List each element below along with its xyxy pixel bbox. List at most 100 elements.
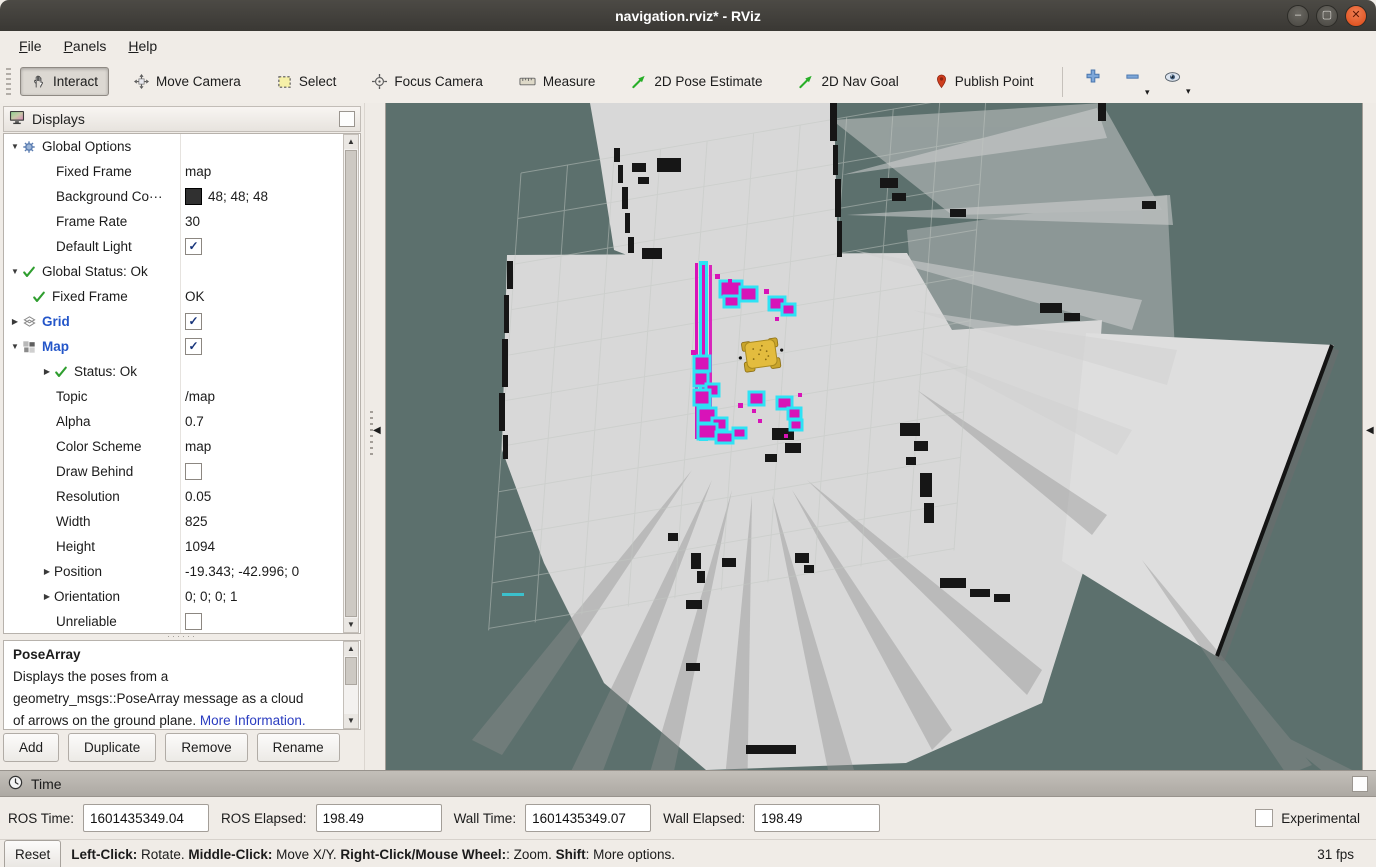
panel-float-button[interactable] xyxy=(339,111,355,127)
ros-elapsed-input[interactable] xyxy=(316,804,442,832)
property-value[interactable]: ✓ xyxy=(185,309,202,334)
tree-row-topic[interactable]: Topic/map xyxy=(4,384,360,409)
property-value[interactable]: 825 xyxy=(185,509,208,534)
property-value[interactable] xyxy=(185,459,202,484)
tree-row-orientation[interactable]: ▶Orientation0; 0; 0; 1 xyxy=(4,584,360,609)
rename-button[interactable]: Rename xyxy=(257,733,340,762)
reset-button[interactable]: Reset xyxy=(4,840,61,867)
menu-help[interactable]: Help xyxy=(117,34,168,58)
tree-row-frame-rate[interactable]: Frame Rate30 xyxy=(4,209,360,234)
tool-publish-point[interactable]: Publish Point xyxy=(924,67,1045,97)
ros-time-input[interactable] xyxy=(83,804,209,832)
tree-row-fixed-frame[interactable]: Fixed FrameOK xyxy=(4,284,360,309)
remove-button[interactable]: Remove xyxy=(165,733,247,762)
expander-closed-icon[interactable]: ▶ xyxy=(40,367,54,376)
property-value[interactable]: ✓ xyxy=(185,334,202,359)
expander-closed-icon[interactable]: ▶ xyxy=(8,317,22,326)
checkbox[interactable] xyxy=(185,463,202,480)
title-bar[interactable]: navigation.rviz* - RViz –▢✕ xyxy=(0,0,1376,31)
checkbox[interactable]: ✓ xyxy=(185,238,202,255)
expander-closed-icon[interactable]: ▶ xyxy=(40,592,54,601)
add-tool-button[interactable] xyxy=(1073,66,1113,97)
tree-row-color-scheme[interactable]: Color Schememap xyxy=(4,434,360,459)
property-value[interactable]: 48; 48; 48 xyxy=(185,184,268,209)
description-scrollbar[interactable]: ▲ ▼ xyxy=(343,641,359,729)
toolbar-drag-handle[interactable] xyxy=(6,68,11,96)
tool-properties-button[interactable]: ▾ xyxy=(1152,68,1193,96)
expander-open-icon[interactable]: ▼ xyxy=(8,267,22,276)
property-label: Alpha xyxy=(56,414,91,429)
property-value[interactable]: map xyxy=(185,159,211,184)
minimize-button[interactable]: – xyxy=(1287,5,1309,27)
property-value[interactable]: /map xyxy=(185,384,215,409)
tree-row-width[interactable]: Width825 xyxy=(4,509,360,534)
tree-row-background-co[interactable]: Background Co··· 48; 48; 48 xyxy=(4,184,360,209)
property-value[interactable]: 0.7 xyxy=(185,409,204,434)
scroll-down-icon[interactable]: ▼ xyxy=(344,714,358,728)
menu-panels[interactable]: Panels xyxy=(53,34,118,58)
tree-row-draw-behind[interactable]: Draw Behind xyxy=(4,459,360,484)
3d-viewport[interactable] xyxy=(386,103,1362,770)
duplicate-button[interactable]: Duplicate xyxy=(68,733,156,762)
property-value[interactable]: 30 xyxy=(185,209,200,234)
wall-time-input[interactable] xyxy=(525,804,651,832)
tree-row-global-options[interactable]: ▼Global Options xyxy=(4,134,360,159)
tool-focus-camera[interactable]: Focus Camera xyxy=(361,67,494,96)
property-value[interactable]: ✓ xyxy=(185,234,202,259)
tree-row-resolution[interactable]: Resolution0.05 xyxy=(4,484,360,509)
menu-file[interactable]: File xyxy=(8,34,53,58)
dropdown-caret-icon[interactable]: ▾ xyxy=(1145,87,1150,98)
scroll-down-icon[interactable]: ▼ xyxy=(344,618,358,632)
tree-row-fixed-frame[interactable]: Fixed Framemap xyxy=(4,159,360,184)
expander-closed-icon[interactable]: ▶ xyxy=(40,567,54,576)
maximize-button[interactable]: ▢ xyxy=(1316,5,1338,27)
left-splitter[interactable]: ◀ xyxy=(364,103,386,770)
time-panel-header[interactable]: Time xyxy=(0,770,1376,797)
tool-2d-nav-goal[interactable]: 2D Nav Goal xyxy=(787,67,909,96)
property-value[interactable]: 0.05 xyxy=(185,484,211,509)
tool-2d-pose-estimate[interactable]: 2D Pose Estimate xyxy=(620,67,773,96)
tree-row-alpha[interactable]: Alpha 0.7 xyxy=(4,409,360,434)
add-button[interactable]: Add xyxy=(3,733,59,762)
close-button[interactable]: ✕ xyxy=(1345,5,1367,27)
checkbox[interactable]: ✓ xyxy=(185,313,202,330)
checkbox[interactable]: ✓ xyxy=(185,338,202,355)
tool-select[interactable]: Select xyxy=(266,67,348,96)
wall-elapsed-input[interactable] xyxy=(754,804,880,832)
displays-panel-header[interactable]: Displays xyxy=(3,106,361,132)
value-text: -19.343; -42.996; 0 xyxy=(185,564,299,579)
property-value[interactable]: 0; 0; 0; 1 xyxy=(185,584,238,609)
scrollbar-thumb[interactable] xyxy=(345,150,357,617)
tree-row-default-light[interactable]: Default Light✓ xyxy=(4,234,360,259)
right-splitter[interactable]: ◀ xyxy=(1362,103,1376,770)
scroll-up-icon[interactable]: ▲ xyxy=(344,135,358,149)
property-label: Unreliable xyxy=(56,614,117,629)
tree-row-global-status-ok[interactable]: ▼Global Status: Ok xyxy=(4,259,360,284)
scrollbar-thumb[interactable] xyxy=(345,657,357,685)
remove-tool-button[interactable]: ▾ xyxy=(1113,67,1152,97)
experimental-checkbox[interactable] xyxy=(1255,809,1273,827)
property-value[interactable]: -19.343; -42.996; 0 xyxy=(185,559,299,584)
more-information-link[interactable]: More Information. xyxy=(200,713,306,728)
panel-float-button[interactable] xyxy=(1352,776,1368,792)
tree-row-grid[interactable]: ▶Grid✓ xyxy=(4,309,360,334)
scroll-up-icon[interactable]: ▲ xyxy=(344,642,358,656)
dropdown-caret-icon[interactable]: ▾ xyxy=(1186,86,1191,97)
expander-open-icon[interactable]: ▼ xyxy=(8,342,22,351)
tree-row-position[interactable]: ▶Position-19.343; -42.996; 0 xyxy=(4,559,360,584)
checkbox[interactable] xyxy=(185,613,202,630)
collapse-arrow-icon[interactable]: ◀ xyxy=(1366,425,1374,436)
tool-interact[interactable]: Interact xyxy=(20,67,109,96)
tree-row-height[interactable]: Height1094 xyxy=(4,534,360,559)
tree-scrollbar[interactable]: ▲ ▼ xyxy=(343,134,359,633)
tree-row-map[interactable]: ▼Map✓ xyxy=(4,334,360,359)
tool-measure[interactable]: Measure xyxy=(508,67,607,96)
property-label: Background Co··· xyxy=(56,189,163,204)
property-value[interactable]: 1094 xyxy=(185,534,215,559)
expander-open-icon[interactable]: ▼ xyxy=(8,142,22,151)
tree-row-status-ok[interactable]: ▶Status: Ok xyxy=(4,359,360,384)
tool-move-camera[interactable]: Move Camera xyxy=(123,67,252,96)
property-value[interactable]: map xyxy=(185,434,211,459)
property-value[interactable]: OK xyxy=(185,284,205,309)
collapse-arrow-icon[interactable]: ◀ xyxy=(373,425,381,436)
